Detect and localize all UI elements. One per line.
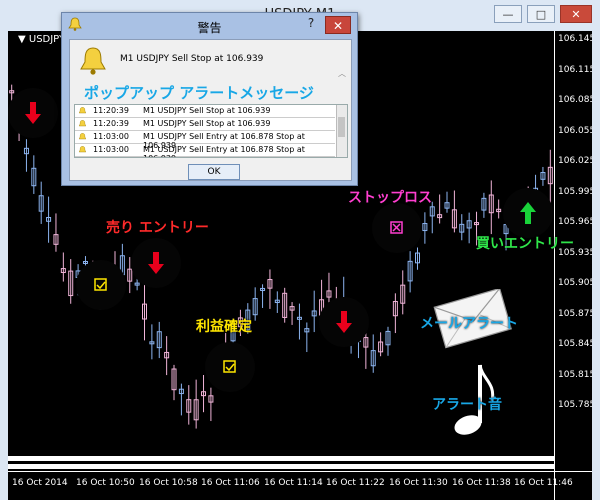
- checkbox-icon: [94, 278, 107, 291]
- time-tick-label: 16 Oct 10:58: [139, 478, 198, 488]
- list-item[interactable]: 11:20:39 M1 USDJPY Sell Stop at 106.939: [75, 118, 335, 131]
- alert-dialog[interactable]: 警告 ? ✕ M1 USDJPY Sell Stop at 106.939 ポッ…: [61, 12, 358, 186]
- annotation-take-profit: 利益確定: [196, 319, 252, 335]
- sell-arrow-icon: [148, 252, 164, 274]
- terminal-window: USDJPY,M1 — □ ✕ ▼ USDJPY 106.145106.1151…: [0, 0, 600, 500]
- close-button[interactable]: ✕: [560, 5, 592, 23]
- help-button[interactable]: ?: [302, 16, 320, 34]
- price-tick-label: 106.025: [558, 156, 592, 166]
- ok-button[interactable]: OK: [188, 164, 240, 180]
- time-tick-label: 16 Oct 10:50: [76, 478, 135, 488]
- alert-text: M1 USDJPY Sell Stop at 106.939: [143, 106, 271, 115]
- sell-signal-marker: [8, 88, 58, 138]
- alert-text: M1 USDJPY Sell Entry at 106.878 Stop at …: [143, 132, 305, 150]
- symbol-label[interactable]: ▼ USDJPY: [18, 34, 65, 45]
- alert-history-list[interactable]: 11:03:00 M1 USDJPY Sell Entry at 106.878 …: [74, 104, 348, 158]
- price-tick-label: 105.875: [558, 308, 592, 319]
- annotation-buy-entry: 買いエントリー: [476, 236, 574, 252]
- collapse-chevron-icon[interactable]: ︿: [338, 68, 346, 79]
- time-tick-label: 16 Oct 11:06: [201, 478, 260, 488]
- price-tick-label: 105.995: [558, 186, 592, 197]
- annotation-mail-alert: メールアラート: [420, 316, 518, 332]
- alert-time: 11:20:39: [93, 106, 129, 115]
- buy-arrow-icon: [520, 202, 536, 224]
- annotation-alert-sound: アラート音: [432, 397, 502, 413]
- annotation-stop-loss: ストップロス: [348, 190, 432, 206]
- checkbox-icon: [223, 360, 236, 373]
- price-axis-divider: [554, 31, 555, 500]
- annotation-popup-alert: ポップアップ アラートメッセージ: [84, 84, 314, 102]
- price-tick-label: 105.815: [558, 369, 592, 380]
- stop-loss-marker: [372, 203, 422, 253]
- sell-signal-marker: [131, 238, 181, 288]
- annotation-sell-entry: 売り エントリー: [106, 220, 209, 236]
- alert-time: 11:03:00: [93, 145, 129, 154]
- time-tick-label: 16 Oct 2014: [12, 478, 68, 488]
- sell-signal-marker: [319, 297, 369, 347]
- indicator-strip: [8, 463, 554, 470]
- alert-text: M1 USDJPY Sell Stop at 106.939: [143, 119, 271, 128]
- dialog-body: M1 USDJPY Sell Stop at 106.939 ポップアップ アラ…: [69, 39, 352, 181]
- bell-icon: [78, 107, 87, 114]
- price-tick-label: 105.905: [558, 278, 592, 288]
- time-tick-label: 16 Oct 11:30: [389, 478, 448, 488]
- time-axis-divider: [8, 471, 592, 472]
- list-item[interactable]: 11:03:00 M1 USDJPY Sell Entry at 106.878 …: [75, 131, 335, 150]
- price-tick-label: 106.115: [558, 64, 592, 75]
- entry-marker: [76, 260, 126, 310]
- take-profit-marker: [205, 342, 255, 392]
- bell-icon: [78, 133, 87, 140]
- price-tick-label: 105.845: [558, 339, 592, 349]
- stop-box-icon: [390, 221, 403, 234]
- bell-icon: [78, 120, 87, 127]
- list-item[interactable]: 11:20:39 M1 USDJPY Sell Stop at 106.939: [75, 105, 335, 118]
- buy-signal-marker: [503, 188, 553, 238]
- alert-time: 11:20:39: [93, 119, 129, 128]
- time-tick-label: 16 Oct 11:46: [514, 478, 573, 488]
- maximize-button[interactable]: □: [527, 5, 555, 23]
- price-tick-label: 105.965: [558, 217, 592, 227]
- price-tick-label: 106.145: [558, 34, 592, 44]
- time-tick-label: 16 Oct 11:14: [264, 478, 323, 488]
- dialog-close-button[interactable]: ✕: [325, 16, 351, 34]
- bell-icon: [80, 47, 106, 75]
- sell-arrow-icon: [25, 102, 41, 124]
- alert-message: M1 USDJPY Sell Stop at 106.939: [120, 54, 264, 64]
- price-tick-label: 105.785: [558, 400, 592, 410]
- indicator-strip: [8, 455, 554, 462]
- price-tick-label: 106.055: [558, 125, 592, 136]
- bell-icon: [78, 146, 87, 153]
- time-tick-label: 16 Oct 11:38: [452, 478, 511, 488]
- scrollbar-thumb[interactable]: [338, 117, 345, 137]
- alert-time: 11:03:00: [93, 132, 129, 141]
- list-scrollbar[interactable]: [336, 105, 347, 157]
- sell-arrow-icon: [336, 311, 352, 333]
- time-tick-label: 16 Oct 11:22: [326, 478, 385, 488]
- minimize-button[interactable]: —: [494, 5, 522, 23]
- price-tick-label: 106.085: [558, 95, 592, 105]
